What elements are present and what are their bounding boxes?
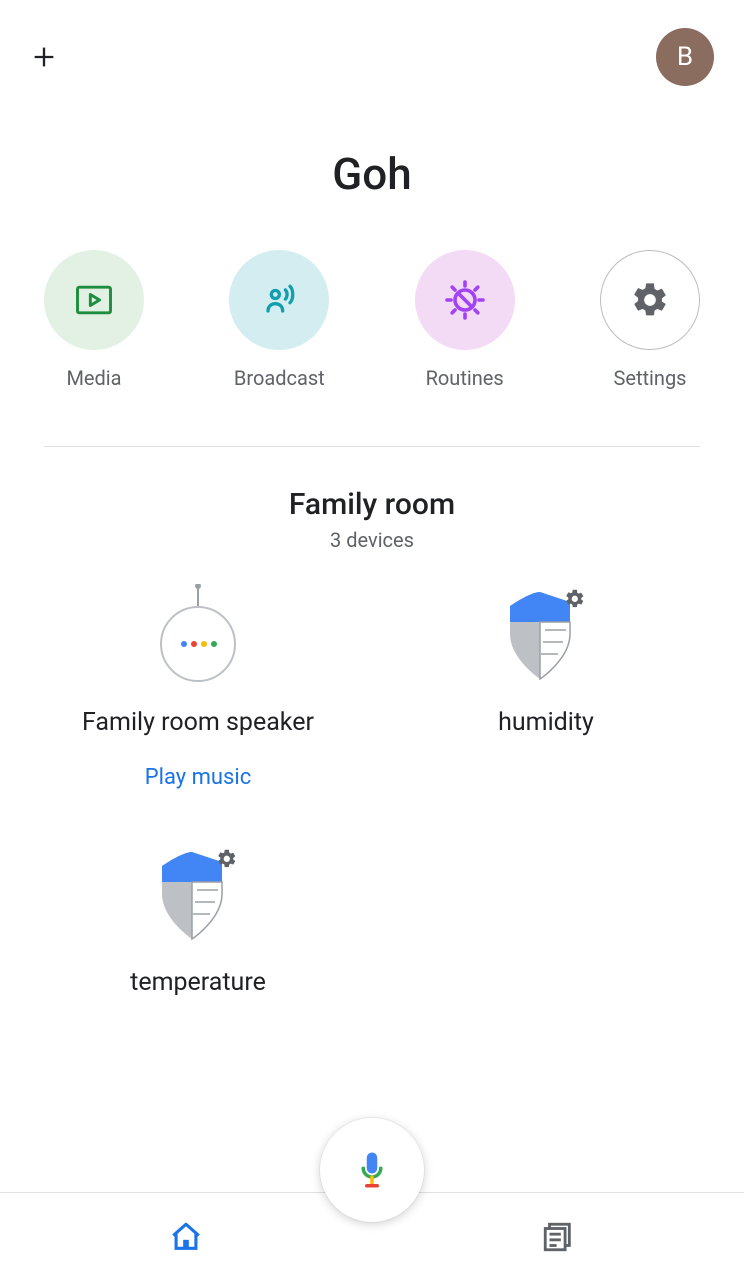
add-button[interactable]	[30, 43, 58, 71]
home-title: Goh	[0, 148, 744, 200]
nav-home[interactable]	[37, 1220, 335, 1254]
device-temperature-label: temperature	[130, 968, 266, 997]
room-subtitle: 3 devices	[0, 528, 744, 552]
assistant-mic-button[interactable]	[320, 1118, 424, 1222]
divider	[44, 446, 700, 447]
device-humidity[interactable]: humidity	[372, 584, 720, 790]
device-speaker[interactable]: Family room speaker Play music	[24, 584, 372, 790]
action-media[interactable]: Media	[44, 250, 144, 390]
nav-feed[interactable]	[409, 1220, 707, 1254]
action-routines[interactable]: Routines	[415, 250, 515, 390]
avatar-initial: B	[677, 42, 693, 72]
shield-icon	[152, 844, 244, 944]
action-settings-label: Settings	[613, 366, 686, 390]
action-routines-label: Routines	[426, 366, 504, 390]
device-speaker-label: Family room speaker	[82, 708, 314, 737]
device-humidity-label: humidity	[498, 708, 594, 737]
feed-icon	[541, 1220, 575, 1254]
broadcast-icon	[229, 250, 329, 350]
speaker-icon	[158, 584, 238, 684]
avatar[interactable]: B	[656, 28, 714, 86]
device-speaker-play[interactable]: Play music	[145, 765, 252, 790]
media-icon	[44, 250, 144, 350]
shield-icon	[500, 584, 592, 684]
routines-icon	[415, 250, 515, 350]
action-broadcast-label: Broadcast	[234, 366, 325, 390]
device-temperature[interactable]: temperature	[24, 844, 372, 997]
action-media-label: Media	[66, 366, 121, 390]
home-icon	[169, 1220, 203, 1254]
room-title: Family room	[0, 487, 744, 522]
settings-icon	[600, 250, 700, 350]
mic-icon	[351, 1149, 393, 1191]
action-broadcast[interactable]: Broadcast	[229, 250, 329, 390]
action-settings[interactable]: Settings	[600, 250, 700, 390]
plus-icon	[30, 43, 58, 71]
